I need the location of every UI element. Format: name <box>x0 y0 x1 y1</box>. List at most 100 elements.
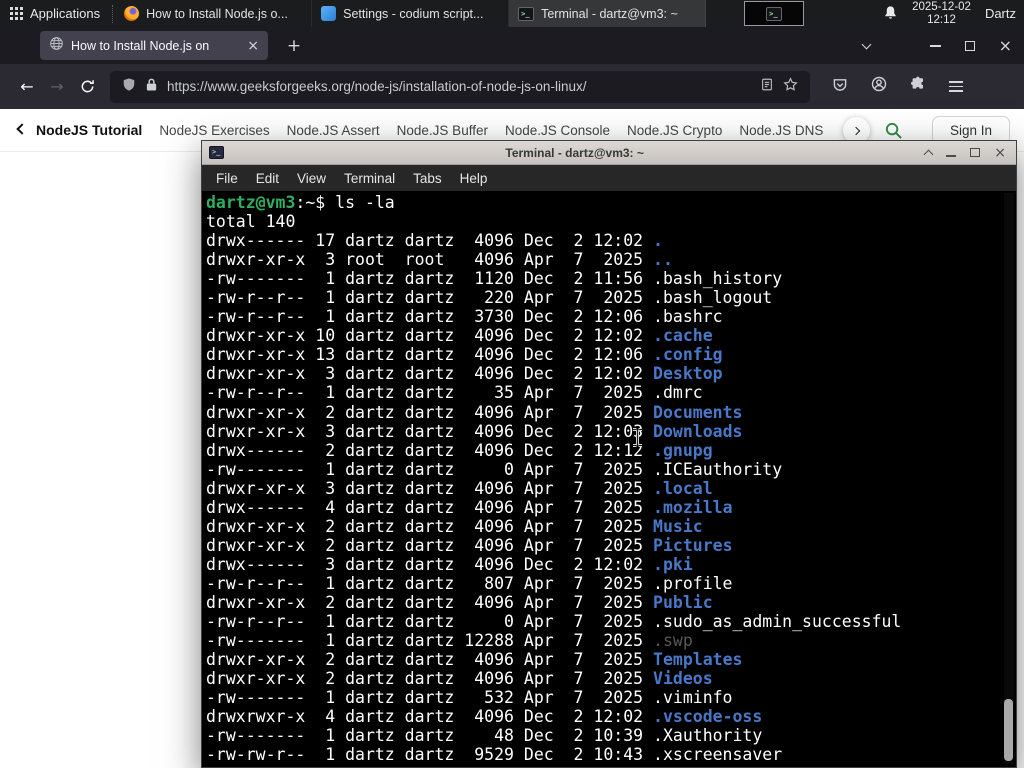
site-nav-item[interactable]: Node.JS Buffer <box>397 123 488 138</box>
minimize-button[interactable] <box>929 44 941 47</box>
terminal-line: -rw-r--r-- 1 dartz dartz 220 Apr 7 2025 … <box>206 288 1015 307</box>
maximize-button[interactable] <box>964 40 975 51</box>
url-bar[interactable]: https://www.geeksforgeeks.org/node-js/in… <box>110 70 810 103</box>
terminal-line: drwxr-xr-x 3 root root 4096 Apr 7 2025 .… <box>206 250 1015 269</box>
forward-button[interactable]: → <box>42 77 72 96</box>
directory-name: Desktop <box>653 364 723 384</box>
site-nav-item[interactable]: NodeJS Tutorial <box>36 122 142 138</box>
terminal-line: drwx------ 2 dartz dartz 4096 Dec 2 12:1… <box>206 441 1015 460</box>
terminal-line: -rw-r--r-- 1 dartz dartz 807 Apr 7 2025 … <box>206 574 1015 593</box>
terminal-line: -rw------- 1 dartz dartz 0 Apr 7 2025 .I… <box>206 460 1015 479</box>
terminal-line: drwxr-xr-x 13 dartz dartz 4096 Dec 2 12:… <box>206 345 1015 364</box>
terminal-menu-edit[interactable]: Edit <box>247 171 288 186</box>
terminal-line: drwxr-xr-x 2 dartz dartz 4096 Apr 7 2025… <box>206 669 1015 688</box>
terminal-minimize-button[interactable] <box>946 155 957 157</box>
terminal-menu-view[interactable]: View <box>288 171 335 186</box>
menu-icon[interactable] <box>949 80 963 93</box>
terminal-line: total 140 <box>206 212 1015 231</box>
terminal-text: drwx------ 3 dartz dartz 4096 Dec 2 12:0… <box>206 554 654 574</box>
terminal-line: drwxr-xr-x 2 dartz dartz 4096 Apr 7 2025… <box>206 517 1015 536</box>
terminal-titlebar[interactable]: Terminal - dartz@vm3: ~ × <box>202 141 1016 165</box>
tray-terminal-box[interactable] <box>744 1 805 26</box>
terminal-line: -rw-r--r-- 1 dartz dartz 3730 Dec 2 12:0… <box>206 307 1015 326</box>
new-tab-button[interactable]: + <box>280 31 308 60</box>
panel-separator <box>112 4 114 23</box>
tab-close-button[interactable]: × <box>247 38 259 54</box>
terminal-line: drwx------ 4 dartz dartz 4096 Apr 7 2025… <box>206 498 1015 517</box>
browser-toolbar: ← → https://www.geeksforgeeks.org/node-j… <box>0 64 1024 109</box>
site-nav-item[interactable]: NodeJS Exercises <box>159 123 269 138</box>
terminal-line: drwxr-xr-x 2 dartz dartz 4096 Apr 7 2025… <box>206 403 1015 422</box>
terminal-text: drwxr-xr-x 2 dartz dartz 4096 Apr 7 2025 <box>206 516 654 536</box>
list-tabs-chevron-icon[interactable] <box>861 39 872 49</box>
terminal-text: -rw-r--r-- 1 dartz dartz 35 Apr 7 2025 .… <box>206 383 703 403</box>
terminal-menu-help[interactable]: Help <box>451 171 497 186</box>
terminal-output[interactable]: dartz@vm3:~$ ls -la total 140 drwx------ 1… <box>203 191 1015 766</box>
site-nav-item[interactable]: Node.JS DNS <box>739 123 823 138</box>
extensions-icon[interactable] <box>910 76 926 97</box>
shade-button[interactable] <box>923 149 934 160</box>
terminal-scrollbar[interactable] <box>1004 193 1014 764</box>
terminal-window: Terminal - dartz@vm3: ~ × FileEditViewTe… <box>201 140 1017 768</box>
terminal-menu-file[interactable]: File <box>207 171 247 186</box>
terminal-line: dartz@vm3:~$ ls -la <box>206 193 1015 212</box>
terminal-menu-tabs[interactable]: Tabs <box>404 171 451 186</box>
taskbar-window-button[interactable]: How to Install Node.js o... <box>115 0 313 27</box>
lock-icon[interactable] <box>145 77 158 97</box>
terminal-line: -rw------- 1 dartz dartz 12288 Apr 7 202… <box>206 631 1015 650</box>
terminal-text: -rw-r--r-- 1 dartz dartz 3730 Dec 2 12:0… <box>206 307 723 327</box>
tab-title: How to Install Node.js on <box>71 38 210 53</box>
back-button[interactable]: ← <box>12 77 42 96</box>
terminal-text: :~$ ls -la <box>295 193 395 212</box>
browser-tab[interactable]: How to Install Node.js on × <box>40 31 268 60</box>
bookmark-star-icon[interactable] <box>783 76 798 97</box>
clock-time: 12:12 <box>927 13 956 26</box>
taskbar-window-title: Terminal - dartz@vm3: ~ <box>541 6 678 21</box>
terminal-icon <box>518 6 535 21</box>
tracking-protection-shield-icon[interactable] <box>122 77 136 97</box>
terminal-text: -rw-r--r-- 1 dartz dartz 807 Apr 7 2025 … <box>206 573 733 593</box>
terminal-line: drwxr-xr-x 3 dartz dartz 4096 Dec 2 12:0… <box>206 422 1015 441</box>
taskbar-window-button[interactable]: Settings - codium script... <box>312 0 510 27</box>
close-button[interactable]: × <box>999 37 1012 54</box>
site-nav-item[interactable]: Node.JS Console <box>505 123 610 138</box>
terminal-text: drwxr-xr-x 2 dartz dartz 4096 Apr 7 2025 <box>206 592 654 612</box>
browser-tab-bar: How to Install Node.js on × + × <box>0 27 1024 64</box>
terminal-line: drwx------ 17 dartz dartz 4096 Dec 2 12:… <box>206 231 1015 250</box>
terminal-text: -rw-r--r-- 1 dartz dartz 220 Apr 7 2025 … <box>206 288 773 308</box>
terminal-text: dartz@vm3 <box>206 193 296 212</box>
clock[interactable]: 2025-12-02 12:12 <box>912 1 971 26</box>
directory-name: Documents <box>653 402 743 422</box>
user-menu[interactable]: Dartz <box>985 6 1016 21</box>
terminal-close-button[interactable]: × <box>994 146 1006 160</box>
url-text[interactable]: https://www.geeksforgeeks.org/node-js/in… <box>167 79 751 94</box>
page-favicon-icon <box>49 36 64 56</box>
taskbar-window-button[interactable]: Terminal - dartz@vm3: ~ <box>509 0 707 27</box>
top-panel: Applications How to Install Node.js o...… <box>0 0 1024 27</box>
terminal-line: -rw-r--r-- 1 dartz dartz 0 Apr 7 2025 .s… <box>206 612 1015 631</box>
site-nav-item[interactable]: Node.JS Crypto <box>627 123 722 138</box>
directory-name: . <box>653 231 663 251</box>
toolbar-icons <box>832 76 963 97</box>
reload-button[interactable] <box>72 79 102 94</box>
codium-icon <box>321 6 337 21</box>
directory-name: .pki <box>653 554 693 574</box>
terminal-line: -rw-rw-r-- 1 dartz dartz 9529 Dec 2 10:4… <box>206 745 1015 764</box>
directory-name: Downloads <box>653 421 743 441</box>
terminal-menu-terminal[interactable]: Terminal <box>335 171 404 186</box>
notifications-bell-icon[interactable] <box>883 5 898 23</box>
directory-name: Videos <box>653 669 713 689</box>
terminal-text: -rw------- 1 dartz dartz 0 Apr 7 2025 .I… <box>206 459 783 479</box>
terminal-line: -rw------- 1 dartz dartz 48 Dec 2 10:39 … <box>206 726 1015 745</box>
applications-menu-button[interactable]: Applications <box>0 0 110 27</box>
terminal-line: drwxr-xr-x 3 dartz dartz 4096 Dec 2 12:0… <box>206 364 1015 383</box>
terminal-maximize-button[interactable] <box>970 148 981 157</box>
account-icon[interactable] <box>871 76 887 97</box>
nav-scroll-left-icon[interactable] <box>16 123 28 135</box>
desktop: How to Install Node.js on × + × ← → http… <box>0 0 1024 768</box>
terminal-text: drwxr-xr-x 2 dartz dartz 4096 Apr 7 2025 <box>206 402 654 422</box>
reader-view-icon[interactable] <box>760 77 774 97</box>
site-nav-item[interactable]: Node.JS Assert <box>287 123 380 138</box>
terminal-scrollbar-thumb[interactable] <box>1004 699 1013 761</box>
pocket-icon[interactable] <box>832 77 848 97</box>
